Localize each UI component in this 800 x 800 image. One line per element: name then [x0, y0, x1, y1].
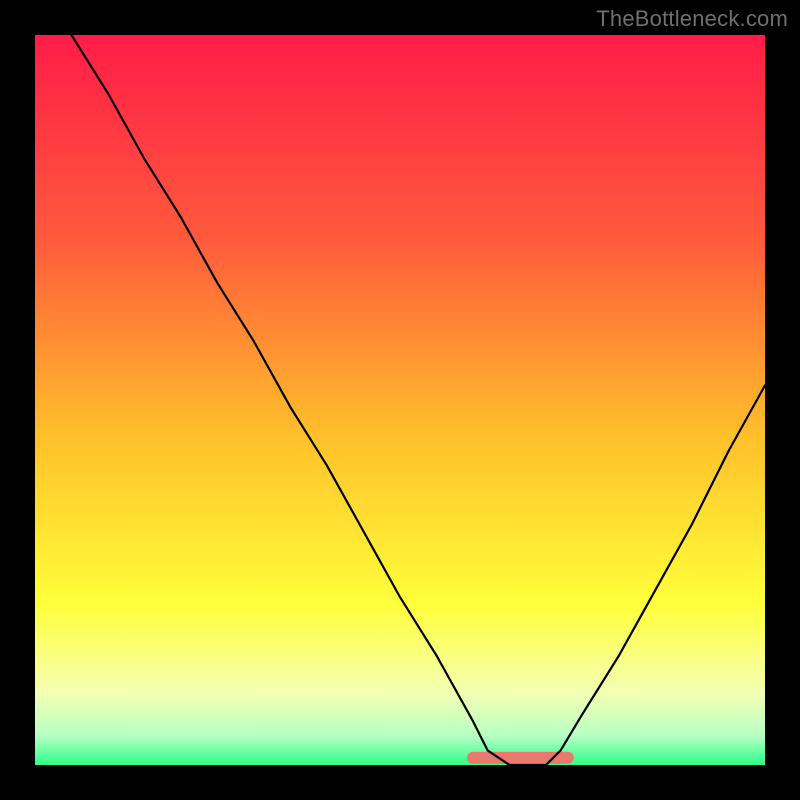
- bottleneck-chart: [0, 0, 800, 800]
- gradient-background: [35, 35, 765, 765]
- chart-container: TheBottleneck.com: [0, 0, 800, 800]
- watermark-text: TheBottleneck.com: [596, 6, 788, 32]
